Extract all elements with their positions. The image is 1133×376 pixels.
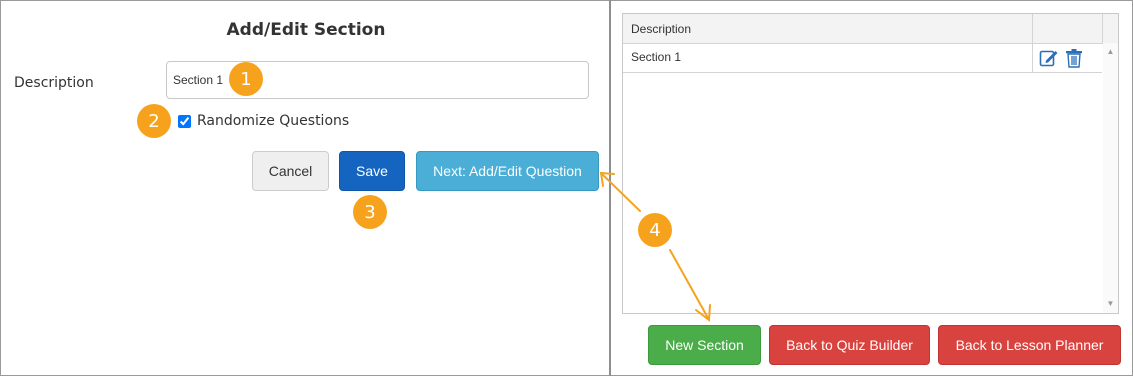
description-label: Description xyxy=(14,75,94,91)
header-separator xyxy=(1032,14,1033,43)
cell-separator xyxy=(1032,43,1033,72)
trash-icon[interactable] xyxy=(1065,48,1083,68)
sections-grid: Description Section 1 ▲ ▼ xyxy=(622,13,1119,314)
grid-scrollbar[interactable]: ▲ ▼ xyxy=(1103,43,1118,313)
save-button[interactable]: Save xyxy=(339,151,405,191)
randomize-option[interactable]: Randomize Questions xyxy=(178,113,349,129)
randomize-checkbox[interactable] xyxy=(178,114,191,128)
cancel-button[interactable]: Cancel xyxy=(252,151,329,191)
scroll-up-arrow-icon[interactable]: ▲ xyxy=(1103,47,1118,57)
grid-header-description[interactable]: Description xyxy=(631,22,691,36)
callout-3: 3 xyxy=(353,195,387,229)
back-to-quiz-builder-button[interactable]: Back to Quiz Builder xyxy=(769,325,930,365)
callout-2: 2 xyxy=(137,104,171,138)
table-row[interactable]: Section 1 xyxy=(623,43,1102,73)
form-title: Add/Edit Section xyxy=(226,20,386,40)
grid-header: Description xyxy=(623,14,1118,44)
new-section-button[interactable]: New Section xyxy=(648,325,761,365)
next-add-edit-question-button[interactable]: Next: Add/Edit Question xyxy=(416,151,599,191)
callout-4: 4 xyxy=(638,213,672,247)
callout-1: 1 xyxy=(229,62,263,96)
back-to-lesson-planner-button[interactable]: Back to Lesson Planner xyxy=(938,325,1121,365)
edit-icon[interactable] xyxy=(1039,48,1059,68)
panel-divider xyxy=(609,0,611,376)
row-description: Section 1 xyxy=(631,50,682,64)
randomize-label: Randomize Questions xyxy=(197,113,350,129)
header-separator xyxy=(1102,14,1103,43)
scroll-down-arrow-icon[interactable]: ▼ xyxy=(1103,299,1118,309)
